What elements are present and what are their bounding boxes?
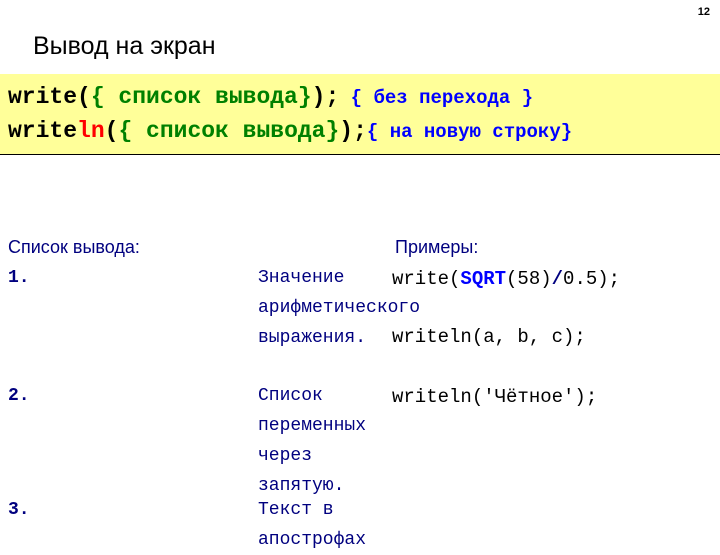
open-paren: (	[104, 118, 119, 144]
item-description-3: Текст в апострофах	[258, 500, 367, 550]
division-operator: /	[551, 268, 564, 290]
item-description-2: Список переменных через запятую.	[258, 386, 367, 496]
write-keyword: write(	[8, 84, 91, 110]
page-number: 12	[697, 6, 710, 18]
output-list-placeholder: { список вывода}	[90, 84, 312, 110]
example-writeln-text: writeln('Чётное');	[392, 386, 598, 408]
item-description-1: Значение арифметического выражения.	[258, 268, 421, 348]
example-writeln-vars: writeln(a, b, c);	[392, 326, 586, 348]
output-list-placeholder: { список вывода}	[118, 118, 340, 144]
syntax-box: write({ список вывода}); { без перехода …	[0, 74, 720, 155]
ln-suffix: ln	[77, 118, 105, 144]
comment-newline: { на новую строку}	[366, 121, 573, 143]
close-paren: );	[311, 84, 340, 110]
output-list-label: Список вывода:	[8, 237, 140, 257]
comment-no-newline: { без перехода }	[339, 87, 534, 109]
example-sqrt-pre: write(	[392, 268, 461, 290]
sqrt-keyword: SQRT	[460, 268, 507, 290]
close-paren: );	[339, 118, 367, 144]
item-number-3: 3.	[8, 500, 30, 520]
syntax-line-writeln: writeln({ список вывода});{ на новую стр…	[8, 118, 572, 144]
example-sqrt-post: 0.5);	[563, 268, 621, 290]
examples-label: Примеры:	[395, 237, 479, 257]
slide-title: Вывод на экран	[33, 32, 216, 60]
syntax-line-write: write({ список вывода}); { без перехода …	[8, 84, 533, 110]
writeln-keyword: write	[8, 118, 78, 144]
example-sqrt-mid: (58)	[506, 268, 552, 290]
item-number-2: 2.	[8, 386, 30, 406]
item-number-1: 1.	[8, 268, 30, 288]
example-sqrt: write(SQRT(58)/0.5);	[392, 268, 620, 290]
